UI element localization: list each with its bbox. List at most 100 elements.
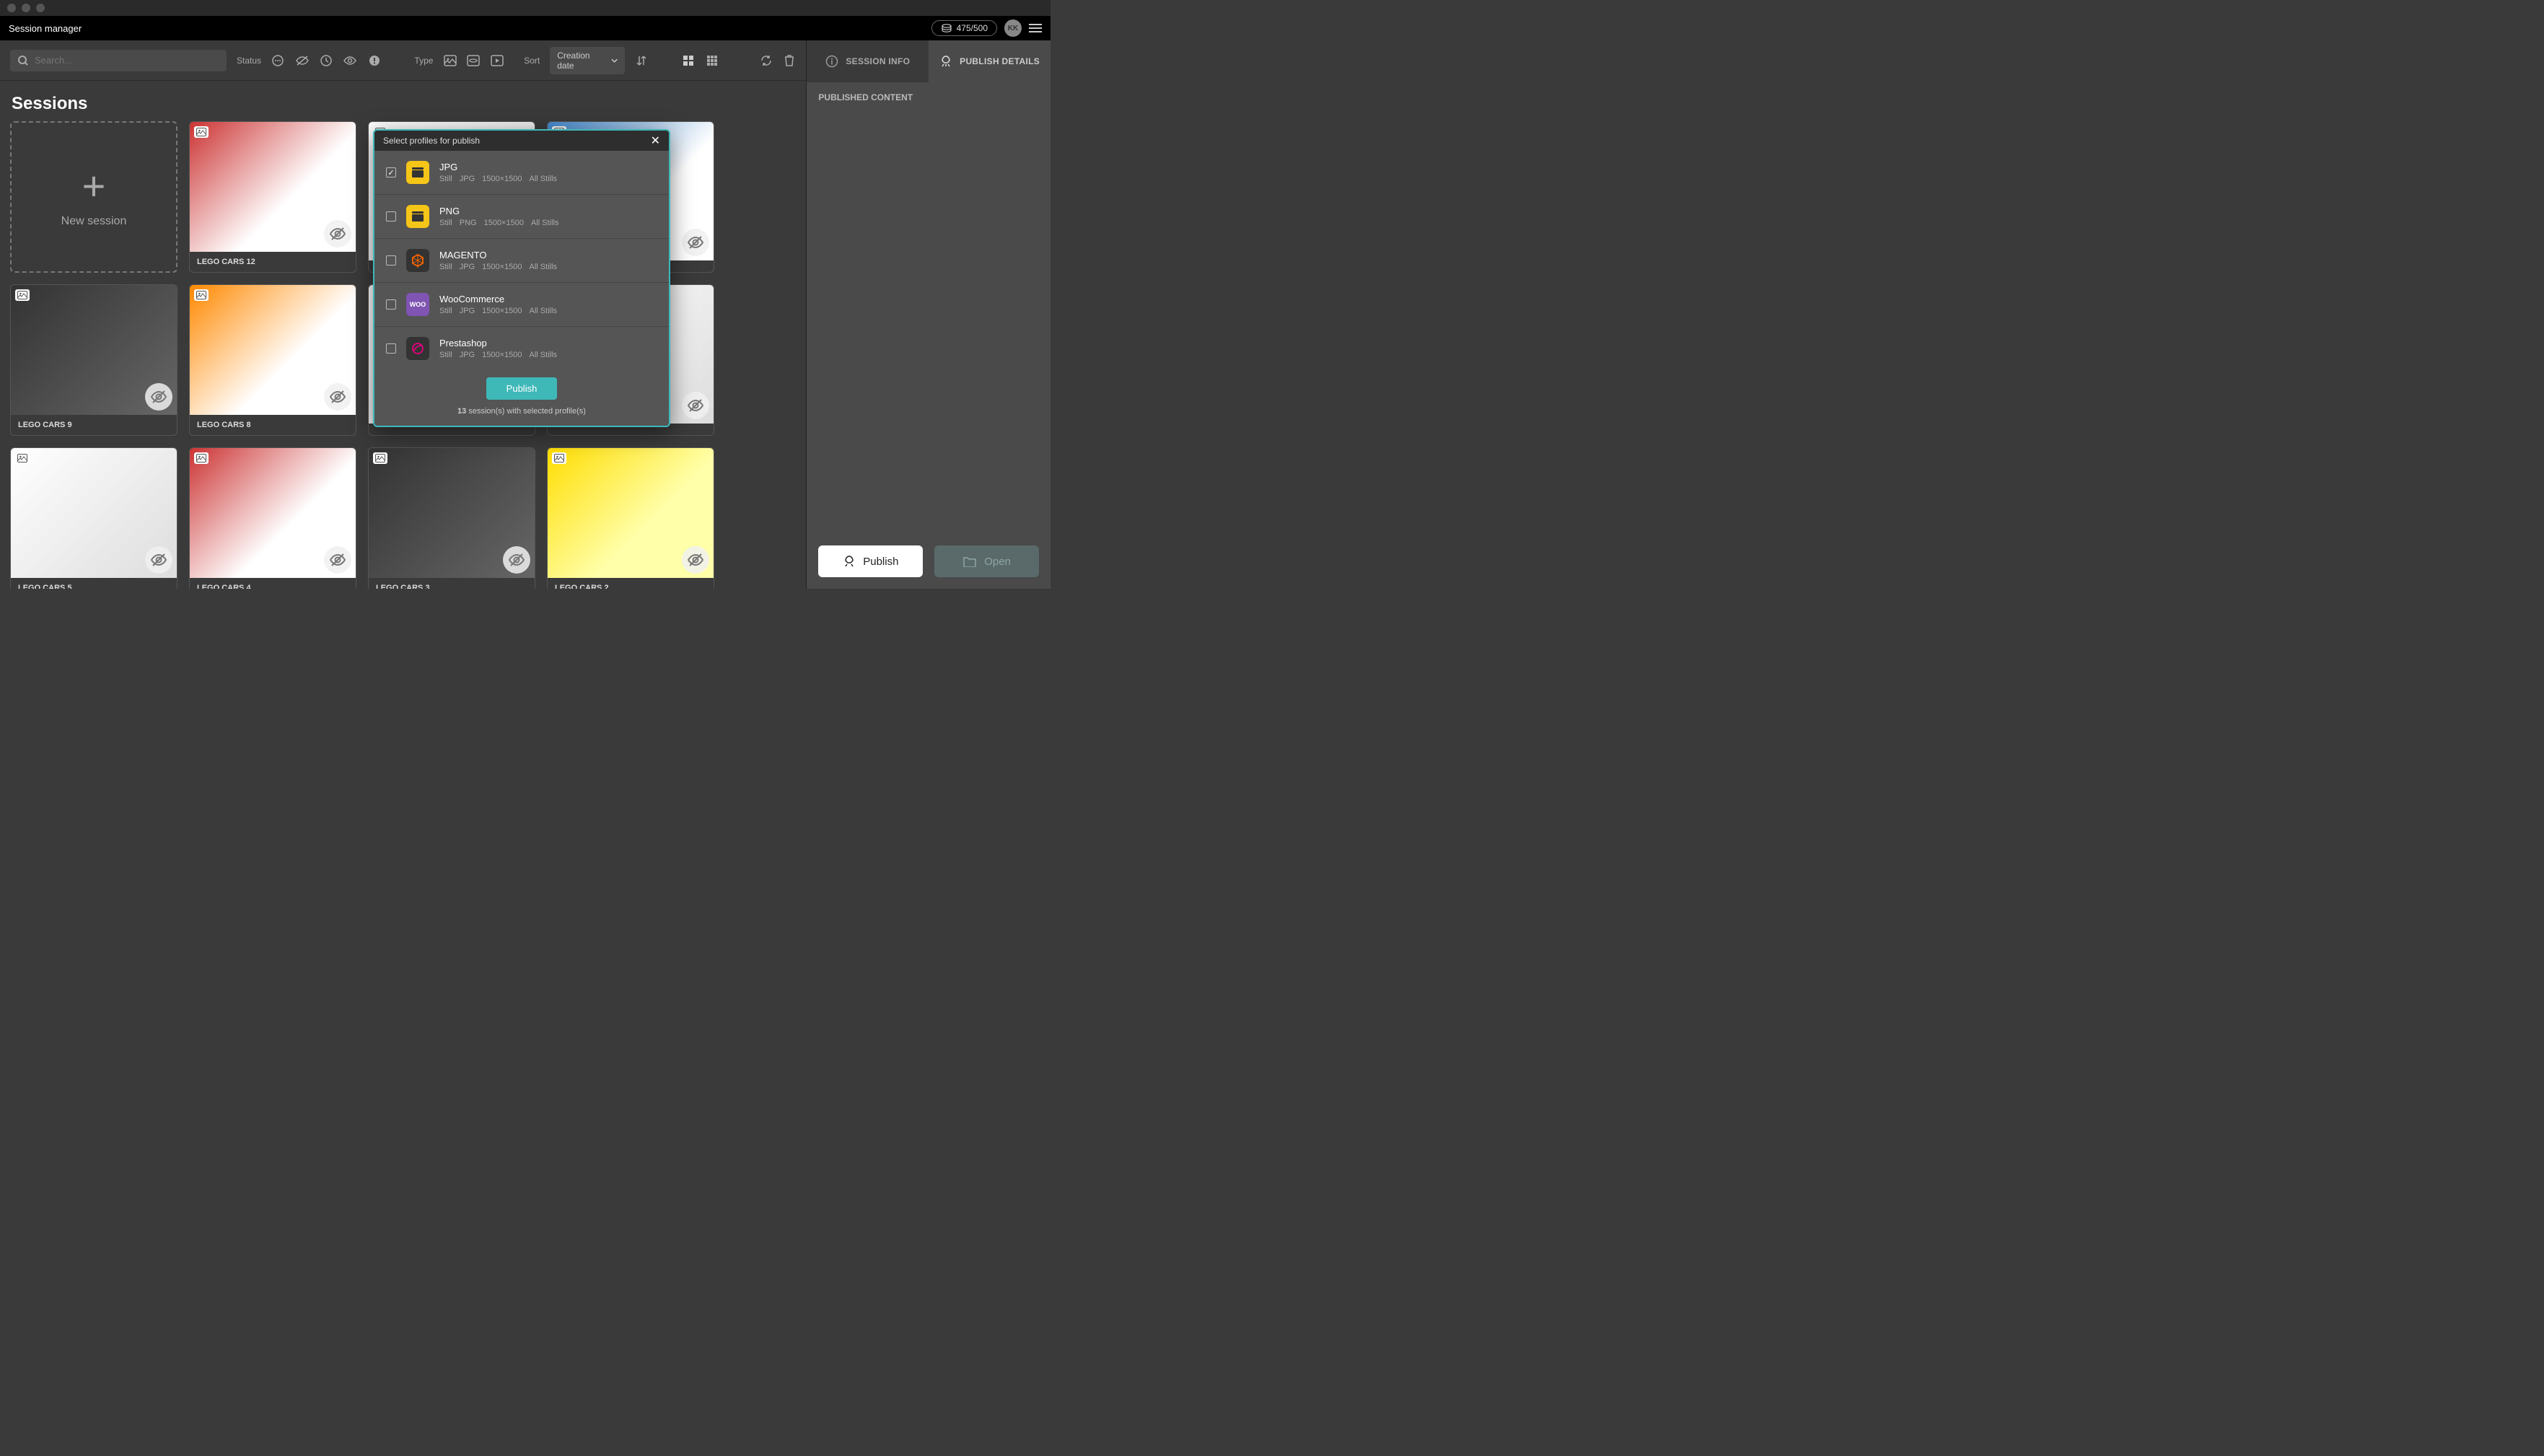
profile-meta: StillJPG1500×1500All Stills <box>439 175 657 183</box>
modal-title: Select profiles for publish <box>383 136 480 146</box>
profile-row[interactable]: Prestashop StillJPG1500×1500All Stills <box>374 327 669 367</box>
modal-close-button[interactable]: ✕ <box>651 133 660 148</box>
coins-icon <box>941 24 952 32</box>
session-card-label: LEGO CARS 12 <box>190 252 356 272</box>
profile-icon <box>406 249 429 272</box>
grid-large-icon[interactable] <box>682 53 696 68</box>
session-thumbnail <box>11 285 177 415</box>
profile-icon <box>406 161 429 184</box>
profile-checkbox[interactable] <box>386 343 396 354</box>
profile-name: WooCommerce <box>439 294 657 304</box>
new-session-card[interactable]: + New session <box>10 121 177 273</box>
publish-button[interactable]: Publish <box>818 545 923 577</box>
image-type-icon <box>15 289 30 301</box>
hidden-badge-icon <box>145 546 172 574</box>
status-alert-icon[interactable] <box>367 53 381 68</box>
profile-icon <box>406 337 429 360</box>
profile-row[interactable]: WOO WooCommerce StillJPG1500×1500All Sti… <box>374 283 669 327</box>
session-card-label: LEGO CARS 4 <box>190 578 356 589</box>
trash-icon[interactable] <box>783 53 797 68</box>
new-session-label: New session <box>61 215 127 228</box>
profile-meta: StillPNG1500×1500All Stills <box>439 219 657 227</box>
rocket-icon <box>939 55 952 68</box>
hidden-badge-icon <box>324 546 351 574</box>
modal-header: Select profiles for publish ✕ <box>374 131 669 151</box>
session-thumbnail <box>190 448 356 578</box>
status-hidden-icon[interactable] <box>295 53 310 68</box>
session-card[interactable]: LEGO CARS 8 <box>189 284 356 436</box>
profile-checkbox[interactable] <box>386 255 396 266</box>
type-image-icon[interactable] <box>443 53 457 68</box>
sort-label: Sort <box>524 56 540 66</box>
session-card[interactable]: LEGO CARS 9 <box>10 284 177 436</box>
session-thumbnail <box>190 285 356 415</box>
user-avatar[interactable]: KK <box>1004 19 1022 37</box>
details-panel: SESSION INFO PUBLISH DETAILS PUBLISHED C… <box>806 40 1051 589</box>
folder-icon <box>962 556 977 567</box>
grid-small-icon[interactable] <box>706 53 719 68</box>
status-all-icon[interactable] <box>271 53 285 68</box>
image-type-icon <box>552 452 566 464</box>
session-card-label: LEGO CARS 8 <box>190 415 356 435</box>
profile-list[interactable]: JPG StillJPG1500×1500All Stills PNG Stil… <box>374 151 669 367</box>
status-pending-icon[interactable] <box>320 53 333 68</box>
search-field[interactable] <box>35 55 219 66</box>
rocket-icon <box>843 555 856 568</box>
profile-meta: StillJPG1500×1500All Stills <box>439 307 657 315</box>
type-label: Type <box>414 56 433 66</box>
credits-count: 475/500 <box>957 23 988 33</box>
session-card[interactable]: LEGO CARS 4 <box>189 447 356 589</box>
tab-publish-details[interactable]: PUBLISH DETAILS <box>929 40 1051 82</box>
profile-row[interactable]: PNG StillPNG1500×1500All Stills <box>374 195 669 239</box>
search-icon <box>17 55 29 66</box>
profile-checkbox[interactable] <box>386 299 396 310</box>
window-titlebar <box>0 0 1051 16</box>
image-type-icon <box>194 289 209 301</box>
profile-meta: StillJPG1500×1500All Stills <box>439 351 657 359</box>
session-card-label: LEGO CARS 3 <box>369 578 535 589</box>
status-visible-icon[interactable] <box>343 53 357 68</box>
modal-status-text: 13 session(s) with selected profile(s) <box>457 407 586 416</box>
profile-row[interactable]: MAGENTO StillJPG1500×1500All Stills <box>374 239 669 283</box>
profile-name: JPG <box>439 162 657 172</box>
session-card[interactable]: LEGO CARS 5 <box>10 447 177 589</box>
profile-checkbox[interactable] <box>386 167 396 177</box>
status-label: Status <box>237 56 261 66</box>
zoom-traffic-light[interactable] <box>36 4 45 12</box>
profile-checkbox[interactable] <box>386 211 396 222</box>
info-icon <box>825 55 838 68</box>
profile-name: MAGENTO <box>439 250 657 260</box>
profile-row[interactable]: JPG StillJPG1500×1500All Stills <box>374 151 669 195</box>
profile-icon: WOO <box>406 293 429 316</box>
menu-button[interactable] <box>1029 24 1042 32</box>
type-spin-icon[interactable] <box>467 53 481 68</box>
session-card[interactable]: LEGO CARS 2 <box>547 447 714 589</box>
session-card-label: LEGO CARS 9 <box>11 415 177 435</box>
search-input[interactable] <box>10 50 227 71</box>
session-card-label: LEGO CARS 2 <box>548 578 714 589</box>
credits-badge[interactable]: 475/500 <box>931 20 997 36</box>
sort-select[interactable]: Creation date <box>550 47 625 74</box>
modal-publish-button[interactable]: Publish <box>486 377 558 400</box>
image-type-icon <box>373 452 387 464</box>
session-card[interactable]: LEGO CARS 12 <box>189 121 356 273</box>
sessions-title: Sessions <box>0 81 806 121</box>
sort-direction-button[interactable] <box>635 53 649 68</box>
session-thumbnail <box>548 448 714 578</box>
image-type-icon <box>194 452 209 464</box>
image-type-icon <box>15 452 30 464</box>
app-title: Session manager <box>9 23 82 34</box>
type-video-icon[interactable] <box>491 53 504 68</box>
profile-name: Prestashop <box>439 338 657 348</box>
sessions-toolbar: Status Type Sort Creation date <box>0 40 806 81</box>
minimize-traffic-light[interactable] <box>22 4 30 12</box>
tab-session-info[interactable]: SESSION INFO <box>807 40 929 82</box>
app-header: Session manager 475/500 KK <box>0 16 1051 40</box>
refresh-icon[interactable] <box>759 53 773 68</box>
hidden-badge-icon <box>682 392 709 419</box>
open-button[interactable]: Open <box>934 545 1039 577</box>
session-card[interactable]: LEGO CARS 3 <box>368 447 535 589</box>
close-traffic-light[interactable] <box>7 4 16 12</box>
hidden-badge-icon <box>324 383 351 411</box>
session-thumbnail <box>190 122 356 252</box>
